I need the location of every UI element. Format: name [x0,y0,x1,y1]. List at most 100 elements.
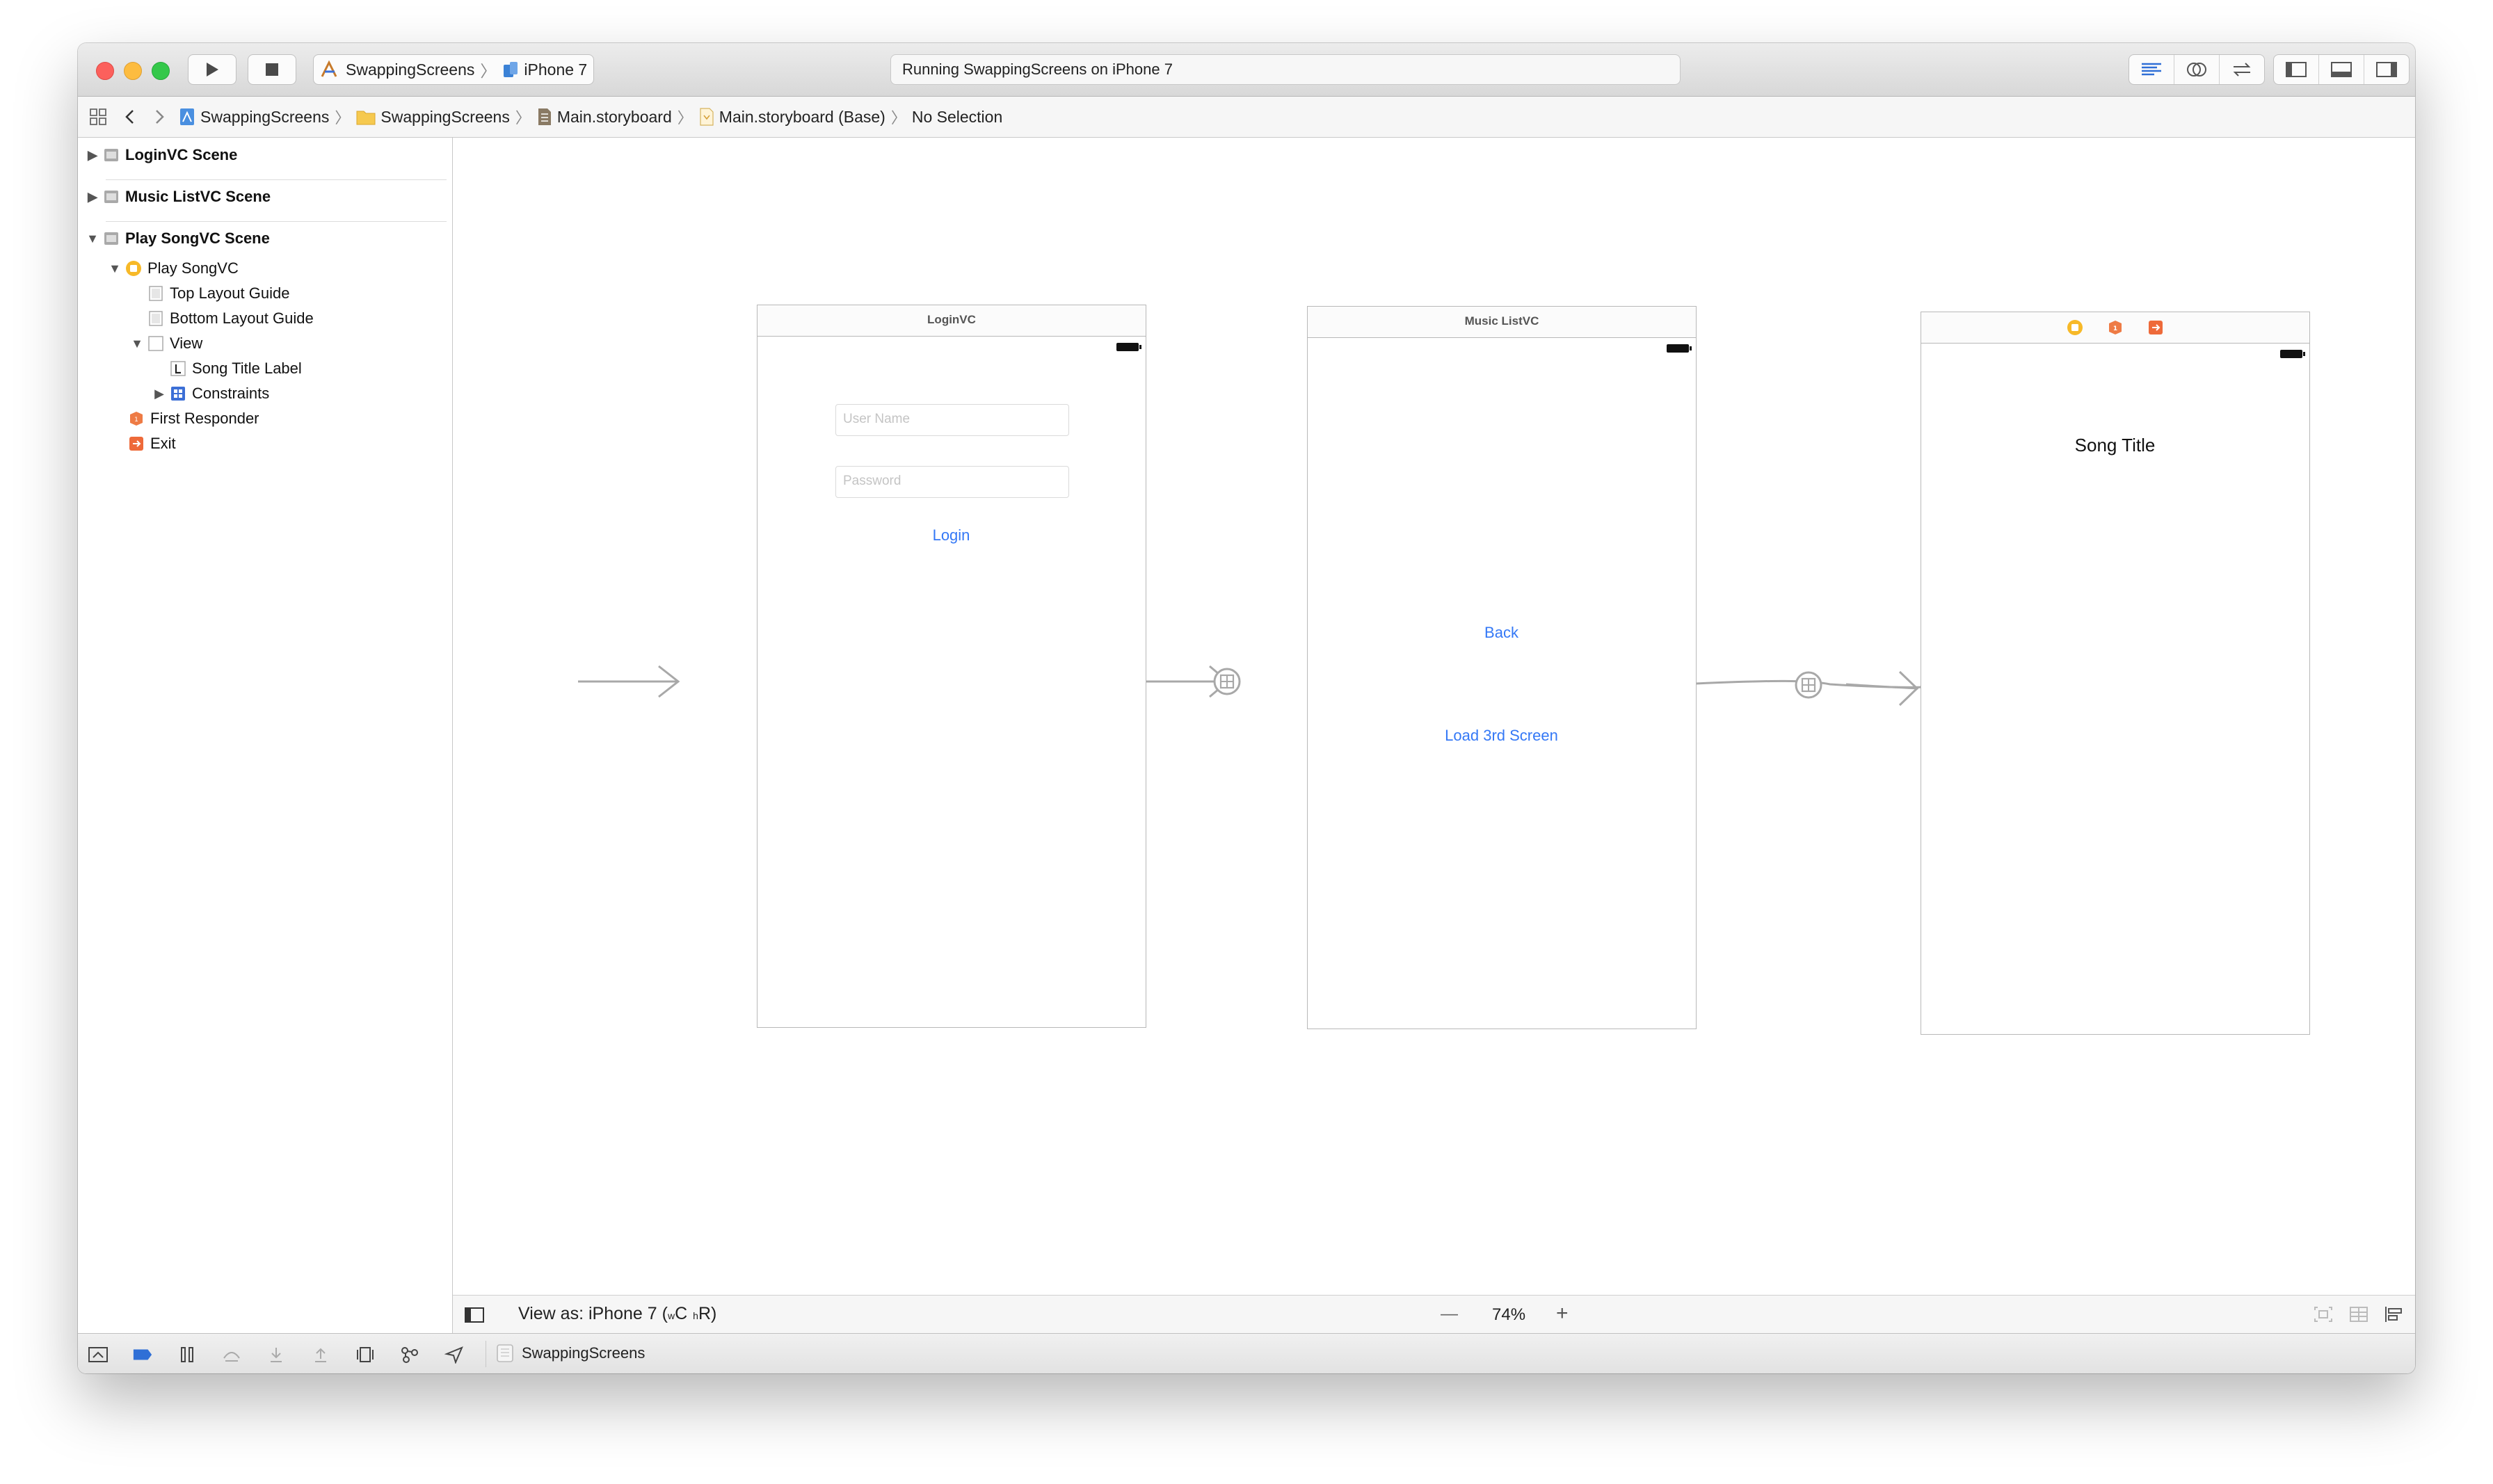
outline-item-play-songvc[interactable]: ▼ Play SongVC [109,257,239,280]
view-controller-icon [125,260,142,277]
disclosure-closed-icon[interactable]: ▶ [86,148,99,163]
step-in-icon[interactable] [266,1345,287,1364]
breadcrumb-project-label: SwappingScreens [200,107,330,126]
assistant-editor-button[interactable] [2174,55,2220,84]
view-icon [147,335,164,352]
outline-item-top-layout-guide[interactable]: Top Layout Guide [147,282,289,305]
hide-debug-area-icon[interactable] [88,1345,109,1364]
disclosure-closed-icon[interactable]: ▶ [153,387,166,401]
standard-editor-button[interactable] [2129,55,2174,84]
back-arrow-icon[interactable] [121,106,139,127]
step-out-icon[interactable] [310,1345,331,1364]
forward-arrow-icon[interactable] [150,106,168,127]
initial-view-controller-arrow[interactable] [578,665,680,698]
layout-guide-icon [147,310,164,327]
simulate-location-icon[interactable] [444,1345,465,1364]
outline-item-top-layout-guide-label: Top Layout Guide [170,284,290,302]
song-title-label[interactable]: Song Title [1921,435,2309,456]
login-vc-scene[interactable]: LoginVC User Name Password Login [757,305,1146,1028]
breadcrumb-storyboard[interactable]: Main.storyboard [536,107,672,127]
outline-item-bottom-layout-guide[interactable]: Bottom Layout Guide [147,307,314,330]
debug-target-label: SwappingScreens [522,1344,646,1362]
outline-scene-music-list-label: Music ListVC Scene [125,188,271,205]
battery-icon [1667,344,1692,353]
outline-scene-login[interactable]: ▶ LoginVC Scene [86,144,237,166]
breadcrumb-separator: 〉 [677,109,693,127]
view-as-device[interactable]: View as: iPhone 7 ( w C h R) [518,1304,716,1324]
disclosure-open-icon[interactable]: ▼ [131,337,143,351]
play-icon [207,63,218,76]
debug-view-hierarchy-icon[interactable] [355,1345,376,1364]
xcode-app-icon [321,60,337,77]
disclosure-closed-icon[interactable]: ▶ [86,190,99,204]
scene-divider [106,179,447,180]
breadcrumb-selection[interactable]: No Selection [912,108,1002,127]
login-button[interactable]: Login [757,526,1145,545]
exit-icon [128,435,145,452]
svg-text:1: 1 [134,417,138,424]
username-field[interactable]: User Name [835,404,1069,436]
zoom-in-button[interactable]: + [1556,1302,1569,1325]
play-song-vc-scene[interactable]: 1 Song Title [1921,312,2310,1035]
version-editor-button[interactable] [2220,55,2264,84]
minimize-window-button[interactable] [124,62,142,80]
music-list-vc-scene[interactable]: Music ListVC Back Load 3rd Screen [1307,306,1697,1029]
disclosure-open-icon[interactable]: ▼ [109,261,121,276]
back-button[interactable]: Back [1308,624,1695,642]
breakpoints-toggle-icon[interactable] [132,1345,153,1364]
first-responder-icon: 1 [128,410,145,427]
outline-item-constraints[interactable]: ▶ Constraints [153,382,269,405]
breadcrumb-project[interactable]: SwappingScreens [178,107,329,127]
show-segue-icon[interactable] [1793,670,1824,700]
scheme-selector[interactable]: SwappingScreens 〉 iPhone 7 [313,54,594,85]
disclosure-open-icon[interactable]: ▼ [86,232,99,246]
scene-icon [103,230,120,247]
toggle-debug-area-button[interactable] [2319,55,2364,84]
outline-scene-play-song[interactable]: ▼ Play SongVC Scene [86,227,270,250]
outline-item-song-title-label-text: Song Title Label [192,360,302,377]
pause-icon[interactable] [177,1345,198,1364]
outline-item-bottom-layout-guide-label: Bottom Layout Guide [170,309,314,327]
debug-memory-graph-icon[interactable] [399,1345,420,1364]
zoom-out-button[interactable]: — [1441,1304,1458,1324]
first-responder-icon[interactable]: 1 [2107,319,2124,336]
left-panel-icon [2286,62,2307,77]
password-field[interactable]: Password [835,466,1069,498]
debug-target[interactable]: SwappingScreens [495,1343,645,1364]
scheme-device-label: iPhone 7 [524,60,588,79]
panel-toggle-segment [2273,54,2410,85]
toggle-navigator-button[interactable] [2274,55,2319,84]
outline-item-first-responder[interactable]: 1 First Responder [128,408,259,430]
exit-icon[interactable] [2147,319,2164,336]
align-icon[interactable] [2383,1305,2405,1324]
storyboard-file-icon [538,108,551,125]
related-items-grid-icon[interactable] [88,106,109,127]
load-3rd-screen-button[interactable]: Load 3rd Screen [1308,727,1695,745]
outline-item-exit[interactable]: Exit [128,433,176,455]
breadcrumb-storyboard-base[interactable]: Main.storyboard (Base) [698,107,885,127]
close-window-button[interactable] [96,62,114,80]
view-controller-icon[interactable] [2067,319,2083,336]
toggle-utilities-button[interactable] [2364,55,2409,84]
step-over-icon[interactable] [221,1345,242,1364]
run-button[interactable] [188,54,237,85]
version-editor-icon [2233,63,2251,76]
embed-in-stack-icon[interactable] [2348,1305,2370,1324]
outline-item-song-title-label[interactable]: Song Title Label [170,357,302,380]
storyboard-base-file-icon [700,108,714,126]
outline-item-view[interactable]: ▼ View [131,332,202,355]
breadcrumb-group[interactable]: SwappingScreens [355,107,510,127]
document-outline-toggle-icon[interactable] [464,1306,485,1324]
outline-item-exit-label: Exit [150,435,176,452]
show-segue-icon[interactable] [1212,666,1242,697]
right-panel-icon [2376,62,2397,77]
scene-icon [103,147,120,163]
storyboard-canvas[interactable]: LoginVC User Name Password Login Music L… [453,138,2415,1295]
stop-button[interactable] [248,54,296,85]
app-target-icon [497,1344,513,1362]
breadcrumb-group-label: SwappingScreens [380,107,510,126]
view-as-label: View as: iPhone 7 ( [518,1304,668,1323]
outline-scene-music-list[interactable]: ▶ Music ListVC Scene [86,186,271,208]
zoom-window-button[interactable] [152,62,170,80]
update-frames-icon[interactable] [2312,1305,2334,1324]
